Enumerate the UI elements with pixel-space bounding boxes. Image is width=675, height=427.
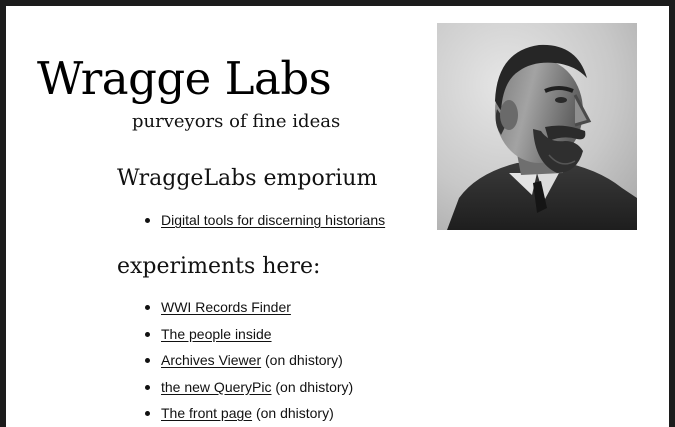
bullet-icon <box>145 305 150 310</box>
link-querypic[interactable]: the new QueryPic <box>161 379 272 395</box>
link-people-inside[interactable]: The people inside <box>161 326 272 342</box>
bullet-icon <box>145 218 150 223</box>
link-digital-tools[interactable]: Digital tools for discerning historians <box>161 212 385 228</box>
window-frame: Wragge Labs purveyors of fine ideas Wrag… <box>0 0 675 427</box>
site-tagline: purveyors of fine ideas <box>132 111 341 132</box>
portrait-image <box>437 23 637 230</box>
list-item: Archives Viewer (on dhistory) <box>142 352 353 379</box>
page: Wragge Labs purveyors of fine ideas Wrag… <box>6 6 669 427</box>
link-note: (on dhistory) <box>252 405 334 421</box>
list-item: the new QueryPic (on dhistory) <box>142 379 353 406</box>
experiments-heading: experiments here: <box>117 254 321 279</box>
bullet-icon <box>145 331 150 337</box>
bullet-icon <box>145 358 150 363</box>
experiments-list: WWI Records Finder The people inside Arc… <box>142 299 353 427</box>
emporium-list: Digital tools for discerning historians <box>142 212 385 239</box>
link-note: (on dhistory) <box>271 378 354 395</box>
link-front-page[interactable]: The front page <box>161 405 252 421</box>
site-title: Wragge Labs <box>37 52 332 105</box>
link-note: (on dhistory) <box>261 352 343 368</box>
link-wwi-records-finder[interactable]: WWI Records Finder <box>161 299 291 315</box>
bullet-icon <box>145 411 150 416</box>
list-item: Digital tools for discerning historians <box>142 212 385 239</box>
list-item: The front page (on dhistory) <box>142 405 353 427</box>
emporium-heading: WraggeLabs emporium <box>117 166 378 191</box>
list-item: WWI Records Finder <box>142 299 353 326</box>
list-item: The people inside <box>142 326 353 353</box>
bullet-icon <box>145 384 150 390</box>
link-archives-viewer[interactable]: Archives Viewer <box>161 352 261 368</box>
